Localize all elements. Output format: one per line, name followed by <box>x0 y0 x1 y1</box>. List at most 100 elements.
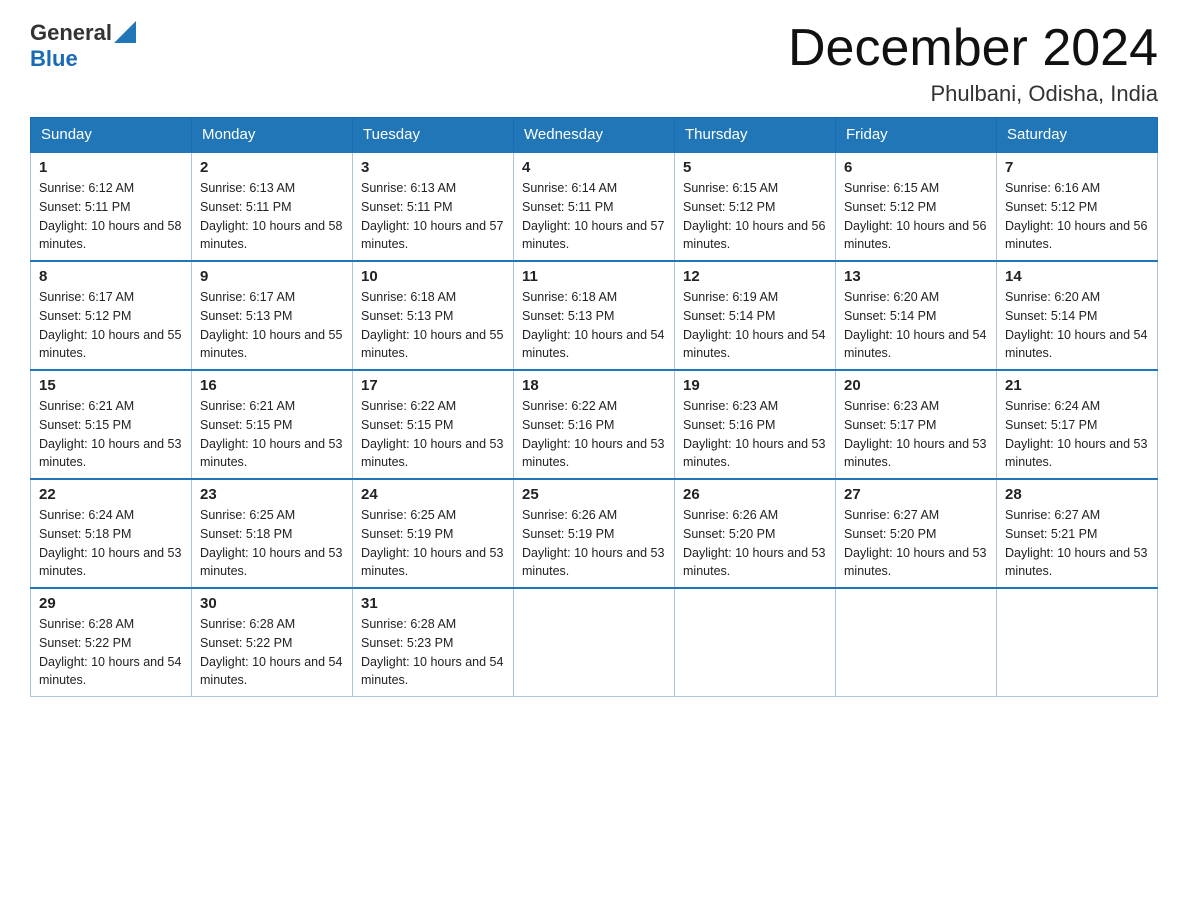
day-number: 27 <box>844 486 988 503</box>
day-info: Sunrise: 6:27 AMSunset: 5:21 PMDaylight:… <box>1005 508 1147 578</box>
day-number: 16 <box>200 377 344 394</box>
day-info: Sunrise: 6:28 AMSunset: 5:22 PMDaylight:… <box>200 617 342 687</box>
day-info: Sunrise: 6:25 AMSunset: 5:18 PMDaylight:… <box>200 508 342 578</box>
day-number: 12 <box>683 268 827 285</box>
day-number: 9 <box>200 268 344 285</box>
calendar-header-row: SundayMondayTuesdayWednesdayThursdayFrid… <box>31 118 1158 153</box>
day-number: 20 <box>844 377 988 394</box>
calendar-table: SundayMondayTuesdayWednesdayThursdayFrid… <box>30 117 1158 697</box>
day-number: 31 <box>361 595 505 612</box>
calendar-cell: 12 Sunrise: 6:19 AMSunset: 5:14 PMDaylig… <box>675 261 836 370</box>
day-number: 26 <box>683 486 827 503</box>
calendar-cell: 4 Sunrise: 6:14 AMSunset: 5:11 PMDayligh… <box>514 152 675 261</box>
weekday-header-monday: Monday <box>192 118 353 153</box>
calendar-cell: 8 Sunrise: 6:17 AMSunset: 5:12 PMDayligh… <box>31 261 192 370</box>
calendar-cell: 24 Sunrise: 6:25 AMSunset: 5:19 PMDaylig… <box>353 479 514 588</box>
day-info: Sunrise: 6:20 AMSunset: 5:14 PMDaylight:… <box>1005 290 1147 360</box>
calendar-cell: 29 Sunrise: 6:28 AMSunset: 5:22 PMDaylig… <box>31 588 192 697</box>
calendar-week-row: 1 Sunrise: 6:12 AMSunset: 5:11 PMDayligh… <box>31 152 1158 261</box>
day-info: Sunrise: 6:21 AMSunset: 5:15 PMDaylight:… <box>39 399 181 469</box>
weekday-header-friday: Friday <box>836 118 997 153</box>
calendar-cell: 7 Sunrise: 6:16 AMSunset: 5:12 PMDayligh… <box>997 152 1158 261</box>
calendar-cell <box>836 588 997 697</box>
logo-blue-text: Blue <box>30 46 78 71</box>
day-info: Sunrise: 6:15 AMSunset: 5:12 PMDaylight:… <box>844 181 986 251</box>
day-number: 28 <box>1005 486 1149 503</box>
day-info: Sunrise: 6:22 AMSunset: 5:15 PMDaylight:… <box>361 399 503 469</box>
day-info: Sunrise: 6:13 AMSunset: 5:11 PMDaylight:… <box>361 181 503 251</box>
weekday-header-sunday: Sunday <box>31 118 192 153</box>
calendar-body: 1 Sunrise: 6:12 AMSunset: 5:11 PMDayligh… <box>31 152 1158 697</box>
day-info: Sunrise: 6:17 AMSunset: 5:12 PMDaylight:… <box>39 290 181 360</box>
calendar-cell: 5 Sunrise: 6:15 AMSunset: 5:12 PMDayligh… <box>675 152 836 261</box>
month-title: December 2024 <box>788 20 1158 77</box>
calendar-cell: 17 Sunrise: 6:22 AMSunset: 5:15 PMDaylig… <box>353 370 514 479</box>
weekday-header-wednesday: Wednesday <box>514 118 675 153</box>
weekday-header-saturday: Saturday <box>997 118 1158 153</box>
day-info: Sunrise: 6:26 AMSunset: 5:19 PMDaylight:… <box>522 508 664 578</box>
day-number: 13 <box>844 268 988 285</box>
day-number: 14 <box>1005 268 1149 285</box>
calendar-cell: 6 Sunrise: 6:15 AMSunset: 5:12 PMDayligh… <box>836 152 997 261</box>
day-number: 15 <box>39 377 183 394</box>
calendar-cell: 16 Sunrise: 6:21 AMSunset: 5:15 PMDaylig… <box>192 370 353 479</box>
calendar-cell: 31 Sunrise: 6:28 AMSunset: 5:23 PMDaylig… <box>353 588 514 697</box>
day-number: 25 <box>522 486 666 503</box>
calendar-cell: 14 Sunrise: 6:20 AMSunset: 5:14 PMDaylig… <box>997 261 1158 370</box>
day-info: Sunrise: 6:28 AMSunset: 5:23 PMDaylight:… <box>361 617 503 687</box>
day-info: Sunrise: 6:20 AMSunset: 5:14 PMDaylight:… <box>844 290 986 360</box>
calendar-cell: 30 Sunrise: 6:28 AMSunset: 5:22 PMDaylig… <box>192 588 353 697</box>
calendar-week-row: 8 Sunrise: 6:17 AMSunset: 5:12 PMDayligh… <box>31 261 1158 370</box>
day-number: 23 <box>200 486 344 503</box>
day-number: 10 <box>361 268 505 285</box>
logo-general-text: General <box>30 20 112 46</box>
calendar-cell: 27 Sunrise: 6:27 AMSunset: 5:20 PMDaylig… <box>836 479 997 588</box>
location-title: Phulbani, Odisha, India <box>788 81 1158 107</box>
calendar-cell: 3 Sunrise: 6:13 AMSunset: 5:11 PMDayligh… <box>353 152 514 261</box>
weekday-header-tuesday: Tuesday <box>353 118 514 153</box>
calendar-cell: 21 Sunrise: 6:24 AMSunset: 5:17 PMDaylig… <box>997 370 1158 479</box>
day-number: 17 <box>361 377 505 394</box>
day-info: Sunrise: 6:23 AMSunset: 5:16 PMDaylight:… <box>683 399 825 469</box>
day-number: 2 <box>200 159 344 176</box>
day-number: 21 <box>1005 377 1149 394</box>
title-block: December 2024 Phulbani, Odisha, India <box>788 20 1158 107</box>
calendar-cell: 1 Sunrise: 6:12 AMSunset: 5:11 PMDayligh… <box>31 152 192 261</box>
calendar-cell <box>675 588 836 697</box>
day-number: 3 <box>361 159 505 176</box>
day-info: Sunrise: 6:17 AMSunset: 5:13 PMDaylight:… <box>200 290 342 360</box>
day-info: Sunrise: 6:24 AMSunset: 5:18 PMDaylight:… <box>39 508 181 578</box>
day-info: Sunrise: 6:21 AMSunset: 5:15 PMDaylight:… <box>200 399 342 469</box>
calendar-cell: 26 Sunrise: 6:26 AMSunset: 5:20 PMDaylig… <box>675 479 836 588</box>
day-info: Sunrise: 6:15 AMSunset: 5:12 PMDaylight:… <box>683 181 825 251</box>
calendar-cell: 18 Sunrise: 6:22 AMSunset: 5:16 PMDaylig… <box>514 370 675 479</box>
calendar-cell <box>514 588 675 697</box>
day-number: 7 <box>1005 159 1149 176</box>
day-number: 19 <box>683 377 827 394</box>
day-info: Sunrise: 6:18 AMSunset: 5:13 PMDaylight:… <box>522 290 664 360</box>
day-number: 22 <box>39 486 183 503</box>
day-number: 4 <box>522 159 666 176</box>
calendar-cell: 25 Sunrise: 6:26 AMSunset: 5:19 PMDaylig… <box>514 479 675 588</box>
day-info: Sunrise: 6:28 AMSunset: 5:22 PMDaylight:… <box>39 617 181 687</box>
calendar-cell: 9 Sunrise: 6:17 AMSunset: 5:13 PMDayligh… <box>192 261 353 370</box>
day-info: Sunrise: 6:25 AMSunset: 5:19 PMDaylight:… <box>361 508 503 578</box>
page-header: General Blue December 2024 Phulbani, Odi… <box>30 20 1158 107</box>
day-number: 29 <box>39 595 183 612</box>
calendar-cell: 10 Sunrise: 6:18 AMSunset: 5:13 PMDaylig… <box>353 261 514 370</box>
day-info: Sunrise: 6:13 AMSunset: 5:11 PMDaylight:… <box>200 181 342 251</box>
day-number: 1 <box>39 159 183 176</box>
day-info: Sunrise: 6:23 AMSunset: 5:17 PMDaylight:… <box>844 399 986 469</box>
calendar-cell: 13 Sunrise: 6:20 AMSunset: 5:14 PMDaylig… <box>836 261 997 370</box>
day-info: Sunrise: 6:16 AMSunset: 5:12 PMDaylight:… <box>1005 181 1147 251</box>
calendar-cell: 11 Sunrise: 6:18 AMSunset: 5:13 PMDaylig… <box>514 261 675 370</box>
calendar-week-row: 22 Sunrise: 6:24 AMSunset: 5:18 PMDaylig… <box>31 479 1158 588</box>
day-info: Sunrise: 6:24 AMSunset: 5:17 PMDaylight:… <box>1005 399 1147 469</box>
day-number: 30 <box>200 595 344 612</box>
calendar-cell <box>997 588 1158 697</box>
calendar-cell: 2 Sunrise: 6:13 AMSunset: 5:11 PMDayligh… <box>192 152 353 261</box>
day-number: 8 <box>39 268 183 285</box>
calendar-week-row: 29 Sunrise: 6:28 AMSunset: 5:22 PMDaylig… <box>31 588 1158 697</box>
calendar-cell: 15 Sunrise: 6:21 AMSunset: 5:15 PMDaylig… <box>31 370 192 479</box>
calendar-cell: 22 Sunrise: 6:24 AMSunset: 5:18 PMDaylig… <box>31 479 192 588</box>
